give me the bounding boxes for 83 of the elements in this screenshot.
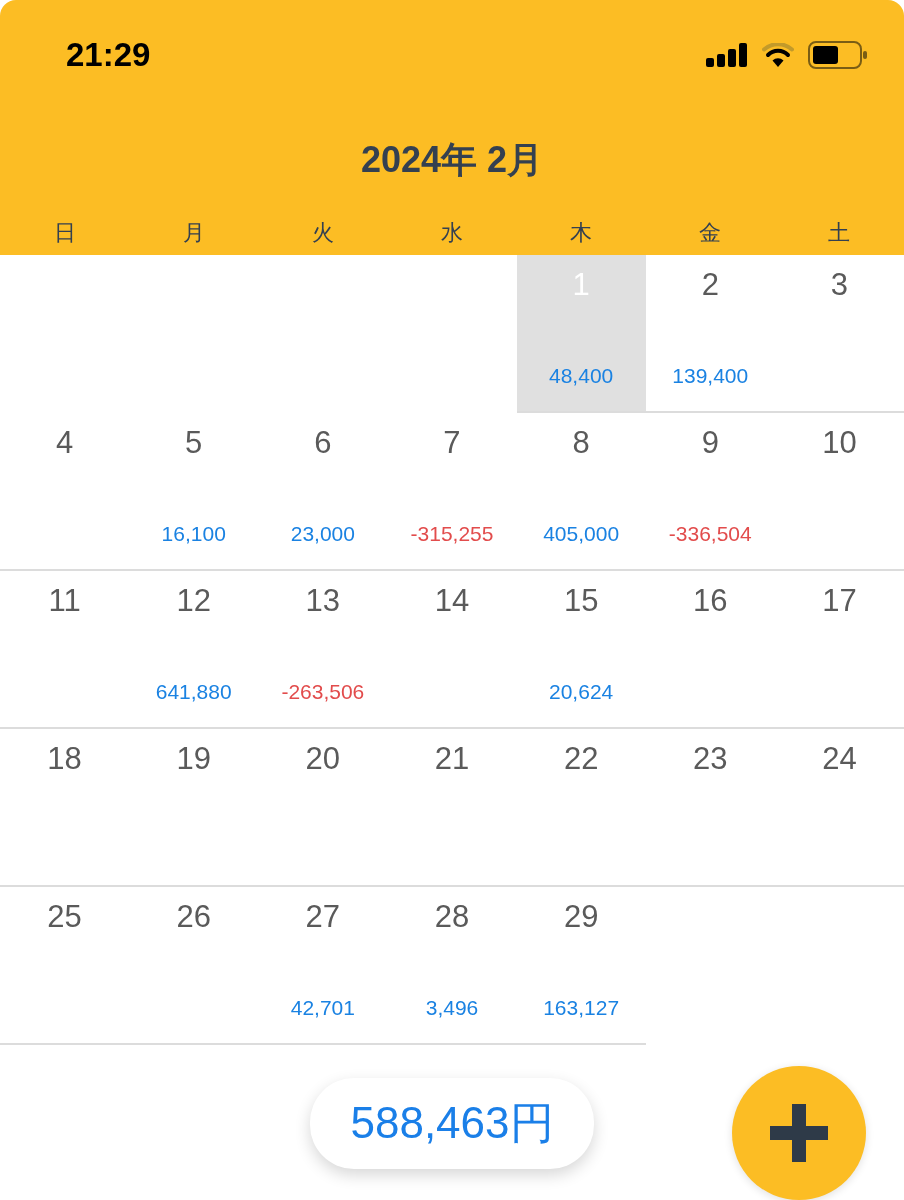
day-cell[interactable]: 22 xyxy=(516,729,646,887)
day-cell[interactable]: 25 xyxy=(0,887,130,1045)
day-number: 22 xyxy=(563,741,599,777)
weekday-label: 月 xyxy=(182,218,205,247)
day-number: 4 xyxy=(55,425,74,461)
day-cell[interactable]: 10 xyxy=(774,413,904,571)
day-cell[interactable]: 27 42,701 xyxy=(258,887,388,1045)
day-number: 24 xyxy=(822,741,857,777)
day-number: 8 xyxy=(572,425,590,461)
day-cell[interactable]: 2 139,400 xyxy=(645,255,775,413)
day-cell[interactable]: 5 16,100 xyxy=(129,413,259,571)
total-amount: 588,463円 xyxy=(310,1077,594,1169)
day-number: 25 xyxy=(47,899,82,935)
month-title: 2024年 2月 xyxy=(360,137,544,182)
day-number: 17 xyxy=(822,583,857,619)
day-number: 21 xyxy=(434,741,470,777)
day-number: 11 xyxy=(48,583,81,619)
day-cell[interactable]: 19 xyxy=(129,729,259,887)
plus-icon xyxy=(770,1104,828,1162)
day-cell[interactable]: 13 -263,506 xyxy=(258,571,388,729)
day-number: 23 xyxy=(693,741,728,777)
day-number: 7 xyxy=(443,425,461,461)
day-cell[interactable]: 17 xyxy=(774,571,904,729)
day-amount: -336,504 xyxy=(668,521,752,547)
signal-icon xyxy=(706,43,748,67)
day-number: 19 xyxy=(176,741,211,777)
day-amount: 23,000 xyxy=(290,521,355,547)
day-amount: 16,100 xyxy=(161,521,226,547)
day-cell[interactable]: 14 xyxy=(387,571,517,729)
day-number: 20 xyxy=(305,741,341,777)
day-cell[interactable]: 6 23,000 xyxy=(258,413,388,571)
status-time: 21:29 xyxy=(66,36,151,74)
battery-icon xyxy=(808,41,868,69)
weekday-label: 木 xyxy=(570,218,593,247)
day-number: 27 xyxy=(305,899,341,935)
day-number: 10 xyxy=(822,425,857,461)
weekday-label: 土 xyxy=(828,218,851,247)
weekday-label: 日 xyxy=(53,218,76,247)
day-number: 2 xyxy=(701,267,719,303)
day-cell[interactable]: 23 xyxy=(645,729,775,887)
day-cell[interactable]: 20 xyxy=(258,729,388,887)
day-number: 16 xyxy=(693,583,728,619)
day-number: 28 xyxy=(434,899,470,935)
day-cell[interactable]: 15 20,624 xyxy=(516,571,646,729)
day-amount: 641,880 xyxy=(155,679,232,705)
day-cell[interactable]: 26 xyxy=(129,887,259,1045)
day-cell[interactable]: 16 xyxy=(645,571,775,729)
weekday-label: 火 xyxy=(311,218,334,247)
day-cell[interactable]: 4 xyxy=(0,413,130,571)
day-amount: 405,000 xyxy=(543,521,620,547)
day-number: 5 xyxy=(185,425,203,461)
day-cell[interactable]: 8 405,000 xyxy=(516,413,646,571)
day-amount: 42,701 xyxy=(290,995,355,1021)
day-cell[interactable]: 9 -336,504 xyxy=(645,413,775,571)
day-cell[interactable]: 18 xyxy=(0,729,130,887)
day-number: 13 xyxy=(305,583,341,619)
day-cell[interactable]: 7 -315,255 xyxy=(387,413,517,571)
day-amount: -263,506 xyxy=(281,679,365,705)
day-amount: 139,400 xyxy=(672,363,749,389)
day-number: 15 xyxy=(563,583,599,619)
day-amount: 20,624 xyxy=(549,679,614,705)
day-amount: 163,127 xyxy=(543,995,620,1021)
weekday-label: 金 xyxy=(699,218,722,247)
day-cell[interactable]: 21 xyxy=(387,729,517,887)
day-cell[interactable]: 3 xyxy=(774,255,904,413)
day-cell[interactable]: 12 641,880 xyxy=(129,571,259,729)
day-number: 6 xyxy=(314,425,332,461)
weekday-label: 水 xyxy=(441,218,463,247)
wifi-icon xyxy=(762,43,794,67)
day-number: 26 xyxy=(176,899,211,935)
day-number: 29 xyxy=(563,899,599,935)
day-cell[interactable]: 28 3,496 xyxy=(387,887,517,1045)
day-number: 14 xyxy=(434,583,470,619)
day-cell[interactable]: 11 xyxy=(0,571,130,729)
day-cell[interactable]: 24 xyxy=(774,729,904,887)
day-amount: 3,496 xyxy=(425,995,479,1021)
day-number: 3 xyxy=(830,267,849,303)
day-cell[interactable]: 29 163,127 xyxy=(516,887,646,1045)
day-number: 9 xyxy=(701,425,719,461)
day-amount: 48,400 xyxy=(549,363,614,389)
day-number: 18 xyxy=(47,741,82,777)
day-number: 12 xyxy=(176,583,211,619)
day-amount: -315,255 xyxy=(410,521,494,547)
